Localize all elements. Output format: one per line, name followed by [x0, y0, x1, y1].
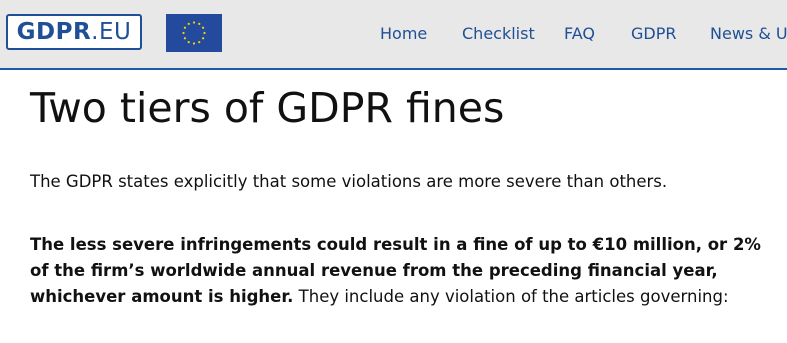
nav-home[interactable]: Home: [380, 24, 427, 43]
nav-news[interactable]: News & Up: [710, 24, 787, 43]
gdpr-eu-logo[interactable]: GDPR .EU: [6, 14, 142, 50]
nav-faq[interactable]: FAQ: [564, 24, 595, 43]
logo-bold-text: GDPR: [16, 19, 92, 45]
tier-rest-text: They include any violation of the articl…: [293, 287, 729, 306]
logo-light-text: .EU: [91, 19, 132, 45]
nav-checklist[interactable]: Checklist: [462, 24, 535, 43]
nav-gdpr[interactable]: GDPR: [631, 24, 676, 43]
intro-paragraph: The GDPR states explicitly that some vio…: [30, 172, 668, 191]
page-title: Two tiers of GDPR fines: [30, 84, 505, 132]
tier-paragraph: The less severe infringements could resu…: [30, 232, 775, 310]
site-header: GDPR .EU Home Checklist FAQ GDPR News & U…: [0, 0, 787, 70]
eu-flag-icon: [166, 14, 222, 52]
